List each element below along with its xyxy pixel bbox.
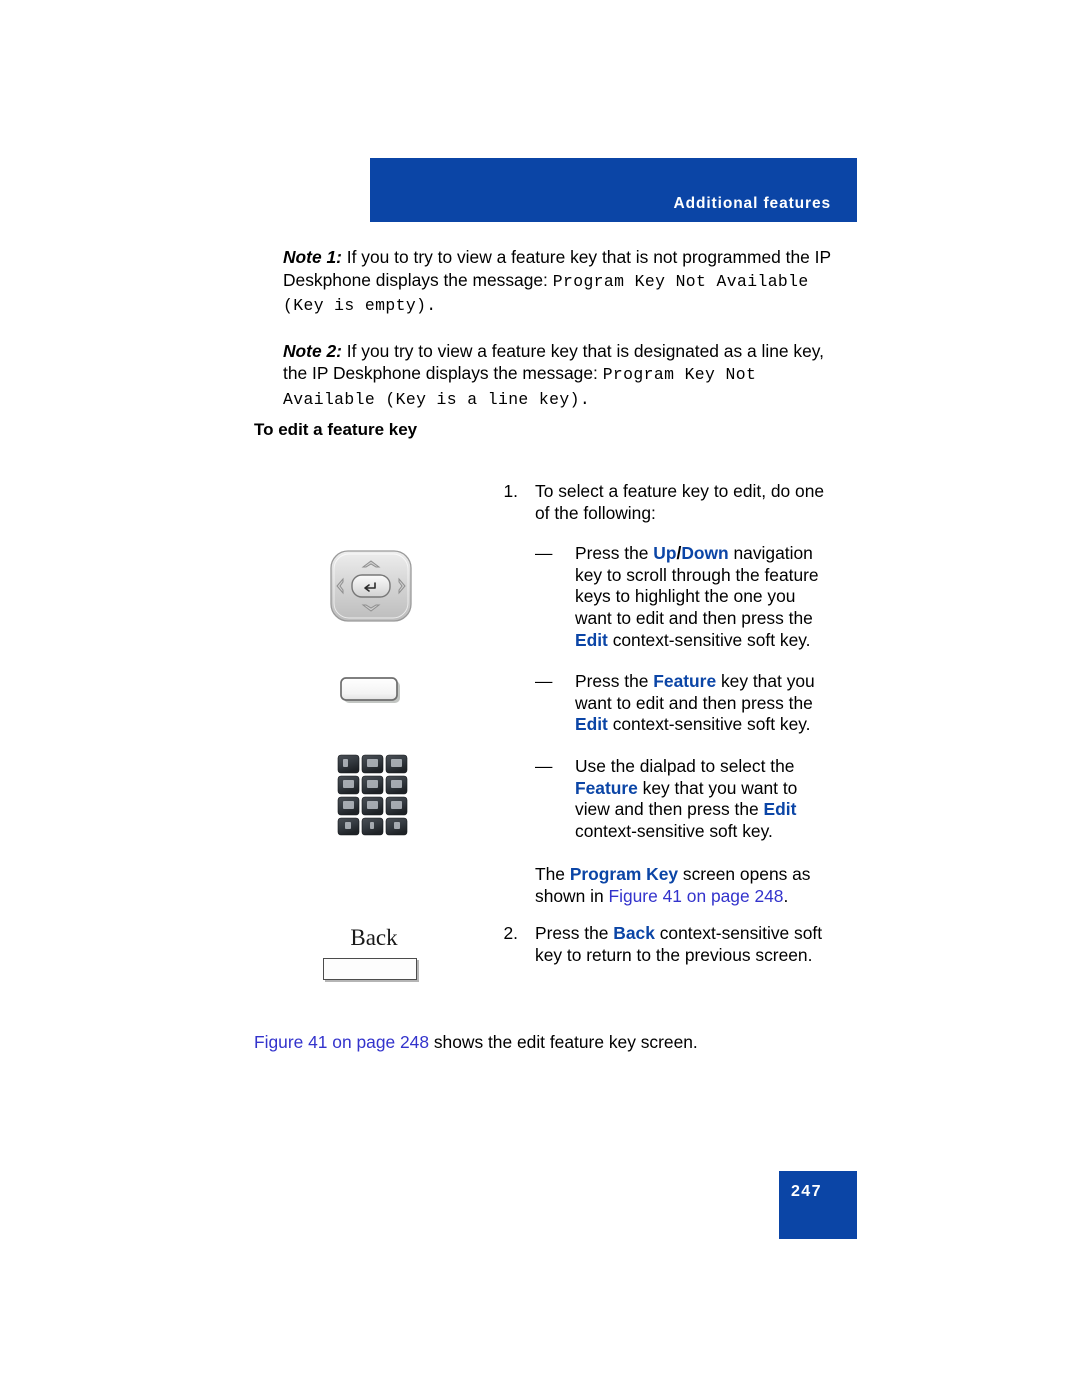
keyword-edit-3: Edit	[763, 799, 797, 820]
note-1: Note 1: If you to try to view a feature …	[283, 246, 831, 318]
sub-item-navigation-key: — Press the Up/Down navigation key to scr…	[535, 543, 834, 651]
back-soft-key-button	[323, 958, 417, 980]
step-2-part1: Press the	[535, 923, 614, 943]
sub-item-1-part1: Press the	[575, 543, 654, 564]
page-number: 247	[791, 1183, 822, 1200]
sub-item-1-part3: context-sensitive soft key.	[607, 629, 811, 650]
section-heading: To edit a feature key	[254, 420, 418, 439]
sub-item-feature-key: — Press the Feature key that you want to …	[535, 671, 834, 736]
em-dash-icon: —	[535, 755, 553, 776]
program-note-part3: .	[783, 885, 789, 906]
keyword-down: Down	[681, 543, 729, 564]
step-1-sub-list: — Press the Up/Down navigation key to scr…	[535, 543, 834, 842]
figure-cross-reference-link-bottom[interactable]: Figure 41 on page 248	[254, 1032, 429, 1052]
program-note-part1: The	[535, 864, 570, 885]
step-1-text: To select a feature key to edit, do one …	[535, 481, 825, 523]
sub-item-2-part3: context-sensitive soft key.	[607, 714, 811, 735]
keyword-up: Up	[653, 543, 677, 564]
em-dash-icon: —	[535, 543, 553, 564]
closing-sentence: Figure 41 on page 248 shows the edit fea…	[254, 1032, 854, 1054]
page-header-title: Additional features	[673, 195, 831, 212]
keyword-back: Back	[613, 923, 655, 943]
back-soft-key-icon: Back	[320, 925, 428, 985]
page-header-banner: Additional features	[370, 158, 857, 222]
procedure-steps: 1. To select a feature key to edit, do o…	[474, 481, 834, 908]
back-soft-key-label: Back	[350, 925, 398, 950]
program-key-note: The Program Key screen opens as shown in…	[535, 864, 834, 907]
dialpad-icon	[337, 754, 409, 836]
step-2: 2. Press the Back context-sensitive soft…	[474, 923, 834, 966]
keyword-feature-2: Feature	[575, 777, 638, 798]
sub-item-3-part1: Use the dialpad to select the	[575, 755, 795, 776]
note-1-label: Note 1:	[283, 247, 342, 267]
step-2-text: Press the Back context-sensitive soft ke…	[535, 923, 834, 966]
closing-text: shows the edit feature key screen.	[429, 1032, 698, 1052]
figure-cross-reference-link[interactable]: Figure 41 on page 248	[608, 886, 783, 906]
keyword-edit-2: Edit	[575, 714, 608, 735]
sub-item-2-part1: Press the	[575, 671, 654, 692]
step-1-number: 1.	[503, 481, 518, 501]
page-number-box: 247	[779, 1171, 857, 1239]
navigation-cluster-icon	[329, 549, 413, 623]
note-2-label: Note 2:	[283, 340, 342, 361]
sub-item-3-part3: context-sensitive soft key.	[575, 820, 773, 841]
step-2-number: 2.	[503, 923, 518, 943]
keyword-feature-1: Feature	[653, 671, 717, 692]
step-1: 1. To select a feature key to edit, do o…	[474, 481, 834, 908]
note-2: Note 2: If you try to view a feature key…	[283, 340, 831, 412]
sub-item-dialpad: — Use the dialpad to select the Feature k…	[535, 756, 834, 842]
keyword-program-key: Program Key	[569, 864, 679, 885]
keyword-edit-1: Edit	[575, 629, 608, 650]
em-dash-icon: —	[535, 671, 553, 692]
notes-block: Note 1: If you to try to view a feature …	[283, 246, 831, 412]
procedure-step-2-wrap: 2. Press the Back context-sensitive soft…	[474, 923, 834, 966]
feature-key-icon	[339, 676, 403, 706]
